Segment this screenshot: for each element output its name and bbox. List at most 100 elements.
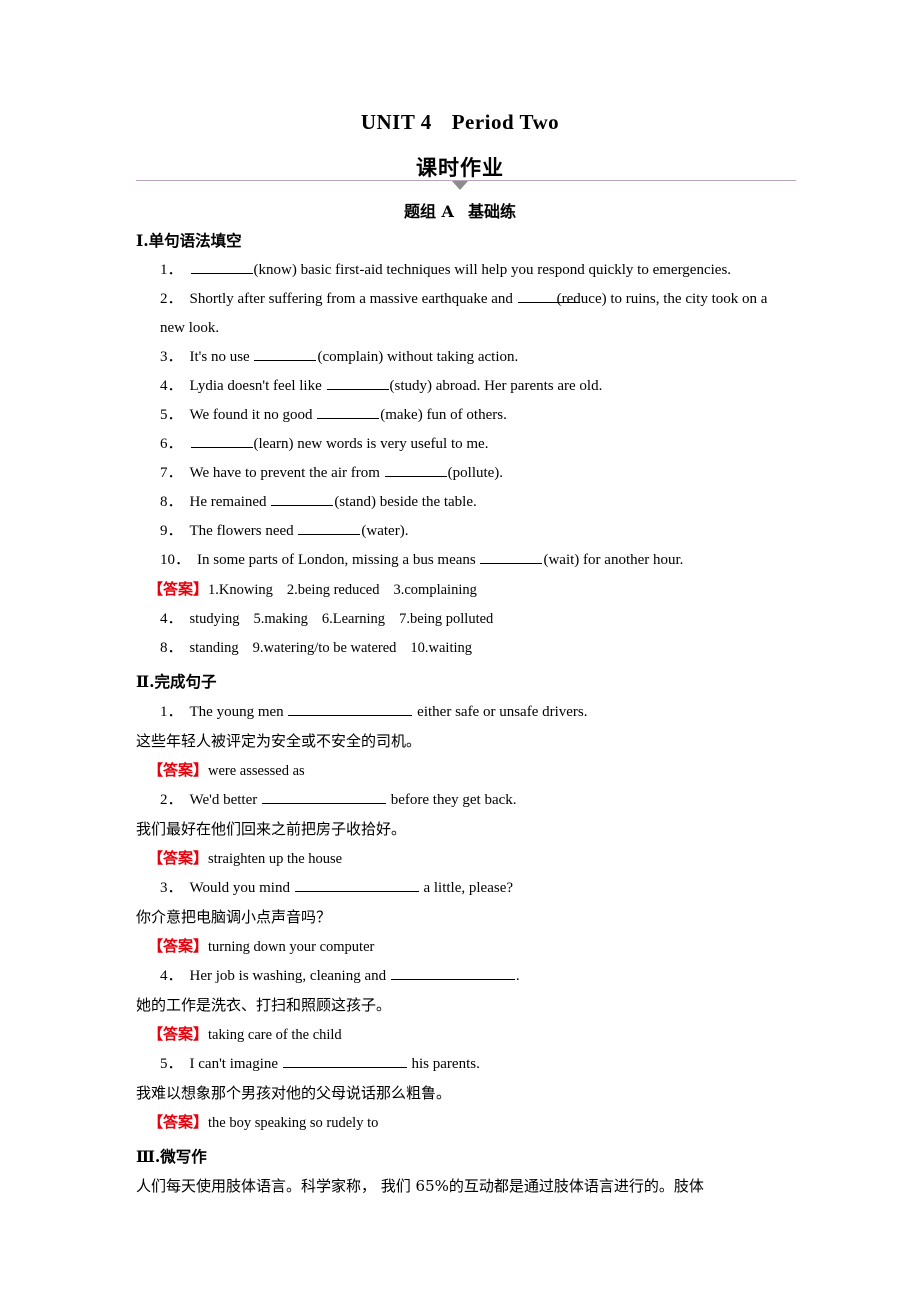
answer-text: 10.waiting [410, 640, 473, 657]
item-hint: (pollute). [447, 465, 504, 482]
question-item: 10． In some parts of London, missing a bu… [136, 546, 796, 575]
answer-blank[interactable] [384, 462, 447, 478]
answer-row: 【答案】were assessed as [136, 756, 796, 786]
item-number: 10． [160, 552, 191, 569]
item-number: 7． [160, 465, 183, 482]
answer-blank[interactable] [480, 549, 543, 565]
page-title: UNIT 4 Period Two [0, 110, 920, 135]
translation-line: 这些年轻人被评定为安全或不安全的司机。 [136, 731, 422, 750]
item-text: We'd better [189, 791, 261, 808]
answer-tag: 【答案】 [148, 760, 209, 779]
answer-text: 2.being reduced [286, 582, 380, 599]
item-number: 4． [160, 611, 183, 628]
answer-blank[interactable] [317, 404, 380, 420]
translation-line: 我们最好在他们回来之前把房子收拾好。 [136, 819, 407, 838]
answer-text: 3.complaining [393, 582, 477, 599]
writing-prompt-paragraph: 人们每天使用肢体语言。科学家称， 我们 65%的互动都是通过肢体语言进行的。肢体 [136, 1176, 704, 1195]
answer-tag: 【答案】 [148, 1112, 209, 1131]
question-item: 1． (know) basic first-aid techniques will… [136, 256, 796, 285]
answer-text: the boy speaking so rudely to [208, 1114, 379, 1131]
section-heading-2: Ⅱ.完成句子 [136, 672, 217, 692]
item-text: The young men [189, 703, 288, 720]
item-text: I can't imagine [189, 1055, 282, 1072]
item-text-post: . [515, 967, 520, 984]
item-text: Would you mind [189, 879, 294, 896]
item-number: 9． [160, 523, 183, 540]
translation-line: 她的工作是洗衣、打扫和照顾这孩子。 [136, 995, 392, 1014]
item-text: Her job is washing, cleaning and [189, 967, 390, 984]
answer-blank[interactable] [326, 375, 389, 391]
period-label: Period Two [451, 110, 560, 134]
item-number: 4． [160, 378, 183, 395]
question-item: 7． We have to prevent the air from (pollu… [136, 459, 796, 488]
answer-blank[interactable] [190, 433, 253, 449]
answer-row: 【答案】turning down your computer [136, 932, 796, 962]
item-hint: (make) fun of others. [380, 407, 507, 424]
item-text: In some parts of London, missing a bus m… [197, 552, 480, 569]
item-hint: (learn) new words is very useful to me. [253, 436, 489, 453]
item-text: Shortly after suffering from a massive e… [189, 291, 517, 308]
answer-tag: 【答案】 [148, 1024, 209, 1043]
item-number: 3． [160, 879, 183, 896]
group-level: 基础练 [467, 202, 516, 221]
item-text: We have to prevent the air from [189, 465, 384, 482]
answer-blank[interactable] [271, 491, 334, 507]
answer-text: 6.Learning [321, 611, 386, 628]
answer-blank[interactable] [190, 259, 253, 275]
page-subtitle: 课时作业 [416, 155, 504, 180]
section-heading-1: Ⅰ.单句语法填空 [136, 231, 242, 250]
item-hint: (wait) for another hour. [543, 552, 684, 569]
item-number: 3． [160, 349, 183, 366]
item-number: 1． [160, 703, 183, 720]
item-text: He remained [189, 494, 271, 511]
answer-blank[interactable] [390, 965, 515, 980]
question-item: 2． We'd better before they get back. [136, 786, 796, 815]
worksheet-content: Ⅰ.单句语法填空 1． (know) basic first-aid techni… [136, 222, 796, 1201]
answer-row: 【答案】straighten up the house [136, 844, 796, 874]
answer-tag: 【答案】 [148, 848, 209, 867]
answer-row: 【答案】1.Knowing 2.being reduced 3.complainin… [136, 575, 796, 605]
answer-blank[interactable] [288, 701, 413, 716]
item-number: 8． [160, 494, 183, 511]
translation-line: 你介意把电脑调小点声音吗？ [136, 907, 332, 926]
item-number: 2． [160, 791, 183, 808]
answer-blank[interactable] [254, 346, 317, 362]
question-item: 3． Would you mind a little, please? [136, 874, 796, 903]
answer-text: straighten up the house [208, 850, 343, 867]
question-item: 5． I can't imagine his parents. [136, 1050, 796, 1079]
answer-text: standing [189, 640, 239, 657]
item-text-post: his parents. [407, 1055, 480, 1072]
answer-text: studying [189, 611, 240, 628]
group-label: 题组 A [403, 202, 454, 221]
answer-blank[interactable] [298, 520, 361, 536]
answer-row: 【答案】taking care of the child [136, 1020, 796, 1050]
question-item: 5． We found it no good (make) fun of othe… [136, 401, 796, 430]
item-text: (know) basic first-aid techniques will h… [253, 262, 732, 279]
answer-text: turning down your computer [208, 938, 375, 955]
item-number: 4． [160, 967, 183, 984]
worksheet-page: UNIT 4 Period Two 课时作业 题组 A 基础练 Ⅰ.单句语法填空 1… [0, 0, 920, 1302]
item-text: The flowers need [189, 523, 298, 540]
item-hint: (complain) without taking action. [317, 349, 519, 366]
question-item: 4． Lydia doesn't feel like (study) abroad… [136, 372, 796, 401]
answer-row: 4． studying 5.making 6.Learning 7.being poll… [136, 605, 796, 634]
answer-text: were assessed as [208, 762, 305, 779]
item-text: We found it no good [189, 407, 317, 424]
question-item: 3． It's no use (complain) without taking … [136, 343, 796, 372]
answer-text: 9.watering/to be watered [252, 640, 397, 657]
item-text-post: either safe or unsafe drivers. [413, 703, 588, 720]
answer-tag: 【答案】 [148, 580, 209, 599]
item-hint: (study) abroad. Her parents are old. [389, 378, 603, 395]
question-item: 6． (learn) new words is very useful to me… [136, 430, 796, 459]
answer-blank[interactable] [282, 1053, 407, 1068]
question-item: 4． Her job is washing, cleaning and . [136, 962, 796, 991]
item-text: Lydia doesn't feel like [189, 378, 326, 395]
question-item: 2． Shortly after suffering from a massive… [136, 285, 796, 343]
answer-blank[interactable] [261, 789, 386, 804]
item-hint: (water). [361, 523, 409, 540]
group-title: 题组 A 基础练 [0, 198, 920, 222]
answer-blank[interactable] [294, 877, 419, 892]
item-number: 6． [160, 436, 183, 453]
item-hint: (stand) beside the table. [334, 494, 477, 511]
item-text-post: a little, please? [419, 879, 514, 896]
